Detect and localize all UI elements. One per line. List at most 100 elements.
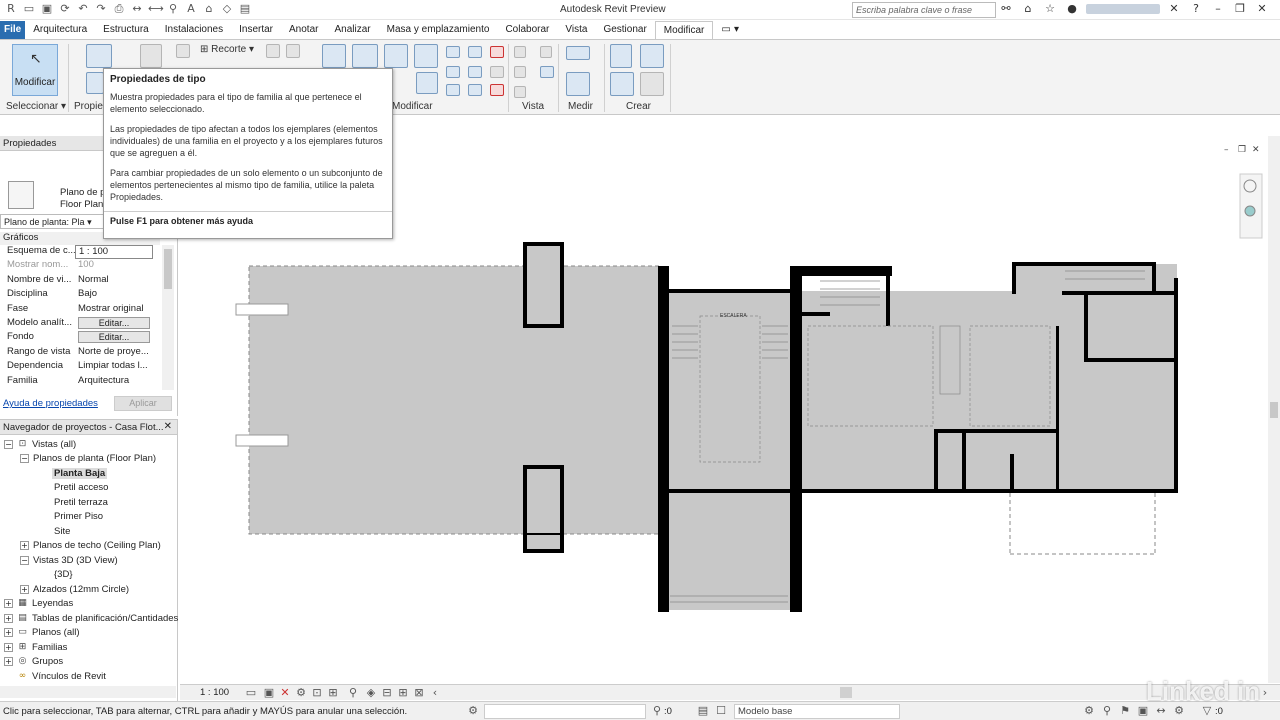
revit-logo-icon[interactable]: R xyxy=(4,2,18,16)
tab-analizar[interactable]: Analizar xyxy=(326,21,378,39)
align-icon[interactable] xyxy=(322,44,346,68)
close-button[interactable]: ✕ xyxy=(1254,2,1270,15)
tree-item-pretil-acceso[interactable]: Pretil acceso xyxy=(54,481,108,495)
property-value[interactable]: Arquitectura xyxy=(75,375,153,389)
hide-element-icon[interactable] xyxy=(540,46,552,58)
view-scale[interactable]: 1 : 100 xyxy=(200,687,229,698)
select-links-icon[interactable]: ⚙ xyxy=(1082,704,1096,718)
favorites-icon[interactable]: ☆ xyxy=(1042,2,1058,15)
property-value[interactable]: Normal xyxy=(75,274,153,288)
close-icon[interactable]: ✕ xyxy=(164,421,172,432)
print-icon[interactable]: ⎙ xyxy=(112,2,126,16)
text-icon[interactable]: A xyxy=(184,2,198,16)
measure-distance-icon[interactable] xyxy=(566,46,590,60)
tree-item-views[interactable]: − ⊡ Vistas (all) xyxy=(4,437,76,451)
subscription-icon[interactable]: ⌂ xyxy=(1020,2,1036,15)
tab-anotar[interactable]: Anotar xyxy=(281,21,326,39)
property-value[interactable]: Norte de proye... xyxy=(75,346,153,360)
property-row[interactable]: Fase Mostrar original xyxy=(0,303,160,317)
detail-level-icon[interactable]: ▭ xyxy=(244,686,258,700)
collapse-toggle[interactable]: − xyxy=(4,439,13,449)
modify-button[interactable]: ↖ Modificar xyxy=(12,44,58,96)
expand-toggle[interactable]: + xyxy=(20,541,29,550)
tab-insertar[interactable]: Insertar xyxy=(231,21,281,39)
property-row[interactable]: Modelo analít... Editar... xyxy=(0,317,160,331)
instance-selector[interactable]: Plano de planta: Pla ▾ xyxy=(0,214,104,229)
save-icon[interactable]: ▣ xyxy=(40,2,54,16)
tree-item-sheets[interactable]: + ▭ Planos (all) xyxy=(4,626,80,640)
tree-item-planta-baja[interactable]: Planta Baja xyxy=(52,466,108,480)
tree-item-elevations[interactable]: + Alzados (12mm Circle) xyxy=(20,582,129,596)
select-panel-label[interactable]: Seleccionar ▾ xyxy=(6,101,66,112)
design-option-combo[interactable]: Modelo base xyxy=(734,704,900,719)
close-hidden-icon[interactable]: ▤ xyxy=(238,2,252,16)
paste-icon[interactable] xyxy=(140,44,162,68)
expand-toggle[interactable]: + xyxy=(20,584,29,594)
property-row[interactable]: Esquema de c... 1 : 100 xyxy=(0,245,160,260)
tree-item-legends[interactable]: + ▦ Leyendas xyxy=(4,597,73,611)
array-icon[interactable] xyxy=(446,66,460,78)
section-icon[interactable]: ◇ xyxy=(220,2,234,16)
rotate-icon[interactable] xyxy=(446,84,460,96)
ribbon-options-icon[interactable]: ▭ ▾ xyxy=(713,21,747,39)
tab-gestionar[interactable]: Gestionar xyxy=(595,21,654,39)
type-properties-icon[interactable] xyxy=(86,44,112,68)
pin-icon[interactable] xyxy=(490,66,504,78)
restore-button[interactable]: ❐ xyxy=(1232,2,1248,15)
join-icon[interactable] xyxy=(266,44,280,58)
delete-icon[interactable] xyxy=(490,84,504,96)
shadows-icon[interactable]: ⚙ xyxy=(294,686,308,700)
cope-button[interactable]: ⊞ Recorte ▾ xyxy=(200,44,254,55)
expand-toggle[interactable]: + xyxy=(4,642,13,652)
tree-item-3d[interactable]: {3D} xyxy=(54,568,73,582)
tree-item-pretil-terraza[interactable]: Pretil terraza xyxy=(54,495,108,509)
offset-icon[interactable] xyxy=(352,44,378,68)
tree-item-3d-views[interactable]: − Vistas 3D (3D View) xyxy=(20,553,118,567)
3d-view-icon[interactable]: ⌂ xyxy=(202,2,216,16)
tree-item-floor-plans[interactable]: − Planos de planta (Floor Plan) xyxy=(20,452,156,466)
tree-item-groups[interactable]: + ◎ Grupos xyxy=(4,655,63,669)
trim-extend-icon[interactable] xyxy=(416,72,438,94)
expand-toggle[interactable]: + xyxy=(4,628,13,637)
trim-icon[interactable] xyxy=(468,84,482,96)
override-graphics-icon[interactable] xyxy=(514,46,526,58)
scroll-thumb[interactable] xyxy=(1270,402,1278,418)
property-row[interactable]: Nombre de vi... Normal xyxy=(0,274,160,288)
property-value[interactable]: Bajo xyxy=(75,288,153,302)
user-icon[interactable]: ● xyxy=(1064,2,1080,15)
linework-icon[interactable] xyxy=(514,66,526,78)
measure-icon[interactable]: ↔ xyxy=(130,2,144,16)
split-icon[interactable] xyxy=(490,46,504,58)
copy-icon[interactable] xyxy=(468,46,482,58)
user-name[interactable] xyxy=(1086,3,1160,14)
tree-item-families[interactable]: + ⊞ Familias xyxy=(4,640,67,654)
tree-item-site[interactable]: Site xyxy=(54,524,70,538)
property-row[interactable]: Rango de vista Norte de proye... xyxy=(0,346,160,360)
properties-help-link[interactable]: Ayuda de propiedades xyxy=(3,398,98,409)
scale-icon[interactable] xyxy=(468,66,482,78)
help-icon[interactable]: ? xyxy=(1188,2,1204,15)
create-similar-icon[interactable] xyxy=(640,72,664,96)
properties-scrollbar[interactable] xyxy=(162,245,174,390)
constraints-icon[interactable]: ⊠ xyxy=(412,686,426,700)
property-value[interactable]: Limpiar todas l... xyxy=(75,360,153,374)
dimension-aligned-icon[interactable] xyxy=(566,72,590,96)
property-row[interactable]: Mostrar nom... 100 xyxy=(0,259,160,273)
sun-path-icon[interactable]: ✕ xyxy=(278,686,292,700)
undo-icon[interactable]: ↶ xyxy=(76,2,90,16)
thin-lines-icon[interactable] xyxy=(540,66,554,78)
redo-icon[interactable]: ↷ xyxy=(94,2,108,16)
tag-icon[interactable]: ⚲ xyxy=(166,2,180,16)
design-options-icon[interactable]: ▤ xyxy=(696,704,710,718)
property-row[interactable]: Disciplina Bajo xyxy=(0,288,160,302)
sync-icon[interactable]: ⟳ xyxy=(58,2,72,16)
tree-item-ceiling-plans[interactable]: + Planos de techo (Ceiling Plan) xyxy=(20,539,161,553)
worksets-icon[interactable]: ⚙ xyxy=(466,704,480,718)
collapse-toggle[interactable]: − xyxy=(20,555,29,565)
analytical-model-icon[interactable]: ⊟ xyxy=(380,686,394,700)
workset-combo[interactable] xyxy=(484,704,646,719)
property-row[interactable]: Dependencia Limpiar todas l... xyxy=(0,360,160,374)
crop-view-icon[interactable]: ⊡ xyxy=(310,686,324,700)
exchange-icon[interactable]: ✕ xyxy=(1166,2,1182,15)
tab-masa-emplazamiento[interactable]: Masa y emplazamiento xyxy=(379,21,498,39)
